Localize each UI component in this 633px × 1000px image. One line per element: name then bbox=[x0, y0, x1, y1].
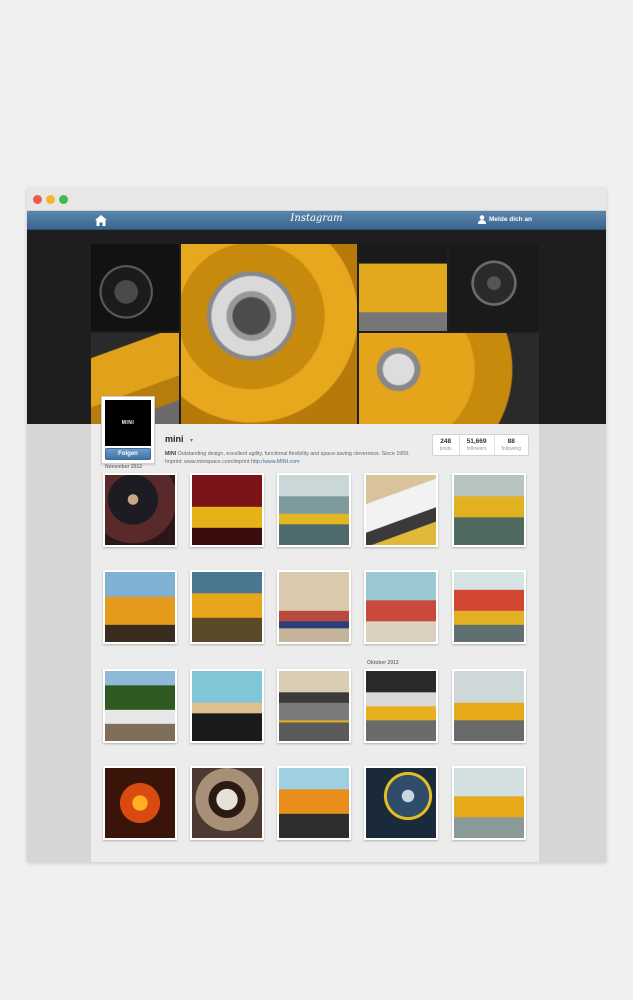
stat-label: posts bbox=[439, 446, 452, 452]
profile-section: MINI Folgen mini ▾ MINI Outstanding desi… bbox=[27, 396, 606, 862]
profile-info: mini ▾ MINI Outstanding design, excellen… bbox=[165, 429, 415, 466]
follow-button[interactable]: Folgen bbox=[105, 448, 151, 460]
stat-value: 88 bbox=[507, 438, 515, 445]
avatar[interactable]: MINI bbox=[105, 400, 151, 446]
stat-following[interactable]: 88 following bbox=[495, 435, 528, 455]
photo-thumbnail[interactable] bbox=[277, 473, 351, 547]
bio-name: MINI bbox=[165, 451, 177, 457]
cover-tile-interior bbox=[449, 244, 539, 331]
month-label: Oktober 2013 bbox=[367, 660, 399, 666]
photo-thumbnail[interactable] bbox=[190, 766, 264, 840]
minimize-window-button[interactable] bbox=[46, 195, 55, 204]
photo-thumbnail[interactable] bbox=[103, 669, 177, 743]
photo-thumbnail[interactable] bbox=[452, 669, 526, 743]
photo-thumbnail[interactable] bbox=[277, 570, 351, 644]
avatar-card: MINI Folgen bbox=[101, 396, 155, 464]
cover-tile-steering-wheel bbox=[91, 244, 179, 331]
photo-thumbnail[interactable] bbox=[103, 570, 177, 644]
photo-thumbnail[interactable] bbox=[277, 669, 351, 743]
close-window-button[interactable] bbox=[33, 195, 42, 204]
photo-thumbnail[interactable] bbox=[364, 766, 438, 840]
photo-thumbnail[interactable] bbox=[364, 570, 438, 644]
photo-thumbnail[interactable] bbox=[364, 473, 438, 547]
photo-thumbnail[interactable] bbox=[452, 766, 526, 840]
user-icon bbox=[478, 215, 487, 224]
bio: MINI Outstanding design, excellent agili… bbox=[165, 450, 415, 466]
login-link[interactable]: Melde dich an bbox=[478, 215, 532, 224]
stat-posts[interactable]: 248 posts bbox=[433, 435, 460, 455]
login-label: Melde dich an bbox=[489, 216, 532, 223]
photo-thumbnail[interactable] bbox=[190, 669, 264, 743]
stat-label: following bbox=[501, 446, 521, 452]
browser-window: Instagram Melde dich an MINI Folgen mini… bbox=[27, 188, 606, 862]
mini-logo: MINI bbox=[121, 420, 135, 426]
photo-thumbnail[interactable] bbox=[277, 766, 351, 840]
photo-thumbnail[interactable] bbox=[190, 473, 264, 547]
bio-link[interactable]: http://www.MINI.com bbox=[251, 459, 300, 465]
cover-tile-front-light bbox=[359, 333, 539, 424]
photo-thumbnail[interactable] bbox=[103, 473, 177, 547]
browser-chrome bbox=[27, 188, 606, 211]
stats-box: 248 posts 51,669 followers 88 following bbox=[431, 434, 529, 456]
instagram-header: Instagram Melde dich an bbox=[27, 211, 606, 230]
username: mini bbox=[165, 434, 184, 444]
month-label: November 2013 bbox=[105, 464, 142, 470]
photo-thumbnail[interactable] bbox=[452, 473, 526, 547]
photo-thumbnail[interactable] bbox=[452, 570, 526, 644]
photo-thumbnail[interactable] bbox=[103, 766, 177, 840]
cover-tile-yellow-car bbox=[359, 244, 447, 331]
stat-value: 51,669 bbox=[466, 438, 487, 445]
photo-thumbnail[interactable] bbox=[364, 669, 438, 743]
stat-value: 248 bbox=[440, 438, 452, 445]
profile-content: MINI Folgen mini ▾ MINI Outstanding desi… bbox=[91, 396, 539, 862]
stat-label: followers bbox=[466, 446, 487, 452]
cover-photo-mosaic bbox=[27, 230, 606, 424]
chevron-down-icon[interactable]: ▾ bbox=[190, 438, 193, 444]
photo-thumbnail[interactable] bbox=[190, 570, 264, 644]
maximize-window-button[interactable] bbox=[59, 195, 68, 204]
cover-tile-headlight bbox=[181, 244, 357, 424]
stat-followers[interactable]: 51,669 followers bbox=[460, 435, 495, 455]
